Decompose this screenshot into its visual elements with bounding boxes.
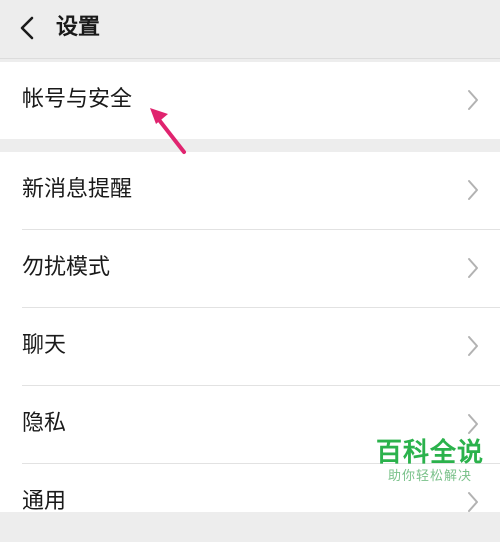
watermark-title: 百科全说 (375, 438, 484, 468)
watermark-logo: 百科全说 助你轻松解决 (372, 438, 488, 486)
menu-item-label: 勿扰模式 (22, 255, 111, 280)
chevron-right-icon (466, 490, 480, 514)
menu-item-label: 帐号与安全 (22, 87, 133, 112)
menu-item-label: 通用 (22, 489, 67, 514)
chevron-right-icon (466, 178, 480, 202)
menu-item-label: 聊天 (22, 333, 67, 358)
chevron-right-icon (466, 88, 480, 112)
menu-item-chat[interactable]: 聊天 (0, 308, 500, 386)
arrow-pointer-icon (146, 104, 190, 158)
menu-item-new-message-alerts[interactable]: 新消息提醒 (0, 152, 500, 230)
menu-item-account-security[interactable]: 帐号与安全 (0, 62, 500, 140)
menu-item-label: 新消息提醒 (22, 177, 133, 202)
menu-item-label: 隐私 (22, 411, 67, 436)
chevron-right-icon (466, 334, 480, 358)
chevron-right-icon (466, 412, 480, 436)
chevron-left-icon (20, 16, 34, 40)
menu-item-do-not-disturb[interactable]: 勿扰模式 (0, 230, 500, 308)
chevron-right-icon (466, 256, 480, 280)
account-group: 帐号与安全 (0, 62, 500, 139)
watermark-subtitle: 助你轻松解决 (387, 469, 472, 484)
page-title: 设置 (56, 15, 101, 40)
back-button[interactable] (12, 12, 44, 44)
top-bar: 设置 (0, 0, 500, 59)
